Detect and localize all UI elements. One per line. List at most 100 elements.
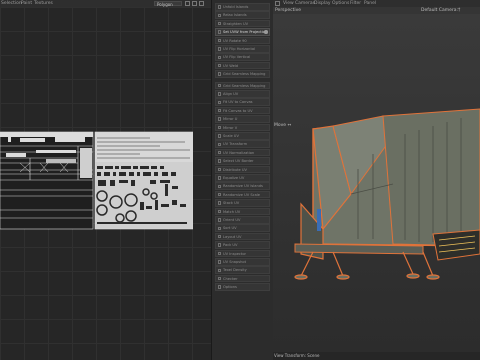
tool-item[interactable]: Layout UV <box>215 232 270 241</box>
viewport-canvas[interactable]: Move ↔ <box>273 14 480 354</box>
tool-item[interactable]: Select UV Border <box>215 157 270 165</box>
tool-item-label: Equalize UV <box>223 176 245 180</box>
tool-icon <box>217 30 221 34</box>
tool-icon <box>217 21 221 26</box>
tool-item[interactable]: Checker <box>215 274 270 283</box>
tool-item[interactable]: Mirror U <box>215 115 270 123</box>
options-icon[interactable] <box>264 30 268 34</box>
menu-view[interactable]: View <box>283 1 294 6</box>
tool-item-label: Align UV <box>223 92 239 96</box>
tool-item[interactable]: Fit UV to Canvas <box>215 98 270 106</box>
tool-icon <box>217 92 221 96</box>
uv-mode-select[interactable]: Polygon <box>154 1 182 7</box>
3d-model[interactable] <box>273 14 480 354</box>
tool-item[interactable]: Stack UV <box>215 199 270 207</box>
tool-item[interactable]: Randomize UV Scale <box>215 190 270 199</box>
tool-icon <box>217 201 221 205</box>
tool-item-label: Orient UV <box>223 218 241 222</box>
tool-item-label: Match UV <box>223 209 241 214</box>
tool-item-label: Straighten UV <box>223 21 249 26</box>
tool-item-label: UV Flip Vertical <box>223 55 251 60</box>
tool-item[interactable]: Match UV <box>215 207 270 216</box>
tool-icon <box>217 108 221 113</box>
tool-item-label: Stack UV <box>223 201 240 206</box>
tool-item-label: Mirror U <box>223 117 238 122</box>
menu-filter[interactable]: Filter <box>350 1 361 6</box>
tool-item[interactable]: Orient UV <box>215 216 270 224</box>
tool-icon <box>217 276 221 281</box>
tool-item[interactable]: Mirror V <box>215 123 270 132</box>
tool-icon <box>217 100 221 105</box>
tool-item[interactable]: Straighten UV <box>215 19 270 28</box>
tool-item[interactable]: Scale UV <box>215 132 270 140</box>
tool-item[interactable]: Equalize UV <box>215 174 270 182</box>
tool-item-label: UV Inspector <box>223 251 246 256</box>
tool-item[interactable]: UV Normalization <box>215 148 270 157</box>
tool-icon <box>217 234 221 239</box>
tool-item-label: Grid Seamless Mapping <box>223 83 266 88</box>
menu-selection[interactable]: Selection <box>1 1 22 6</box>
viewport-header: Perspective Default Camera:† <box>273 7 480 14</box>
tool-item[interactable]: UV Flip Horizontal <box>215 45 270 53</box>
tool-item-label: Relax Islands <box>223 13 247 18</box>
tool-icon <box>217 251 221 256</box>
tool-icon <box>217 167 221 172</box>
tool-item[interactable]: UV Snapshot <box>215 258 270 266</box>
tool-item-label: UV Rotate 90 <box>223 38 247 43</box>
tool-icon <box>217 184 221 189</box>
tool-item[interactable]: Randomize UV Islands <box>215 182 270 190</box>
tool-icon <box>217 125 221 130</box>
tool-item[interactable]: UV Inspector <box>215 249 270 258</box>
tool-item-label: Distribute UV <box>223 167 247 172</box>
tool-icon <box>217 243 221 247</box>
tool-item[interactable]: Set UVW from Projection <box>215 28 270 36</box>
camera-label[interactable]: Perspective <box>275 8 301 13</box>
tool-icon <box>217 142 221 147</box>
tool-item[interactable]: Relax Islands <box>215 11 270 19</box>
tool-icon <box>217 209 221 214</box>
tool-icon <box>217 63 221 68</box>
tool-icon <box>217 192 221 197</box>
tool-item[interactable]: UV Rotate 90 <box>215 36 270 45</box>
tool-item[interactable]: UV Weld <box>215 61 270 70</box>
viewport-statusbar: View Transform: Scene <box>273 352 480 360</box>
tool-item-label: Fit UV to Canvas <box>223 100 253 105</box>
checker-icon[interactable] <box>192 1 197 6</box>
tool-item[interactable]: Grid Seamless Mapping <box>215 81 270 90</box>
grid-icon[interactable] <box>185 1 190 6</box>
tool-item[interactable]: Unfold Islands <box>215 3 270 11</box>
viewport-menu-icon[interactable] <box>275 1 280 6</box>
menu-cameras[interactable]: Cameras <box>295 1 315 6</box>
uv-editor-panel: Selection Paint Textures Polygon <box>0 0 211 360</box>
tool-item-label: UV Snapshot <box>223 260 247 264</box>
tool-icon <box>217 159 221 163</box>
tool-item-label: UV Flip Horizontal <box>223 47 256 51</box>
tool-item[interactable]: UV Transform <box>215 140 270 148</box>
tool-item[interactable]: Pack UV <box>215 241 270 249</box>
uv-atlas[interactable] <box>0 130 193 230</box>
tool-item[interactable]: Fit Canvas to UV <box>215 106 270 115</box>
tool-item-label: Sort UV <box>223 226 237 231</box>
menu-options[interactable]: Options <box>332 1 349 6</box>
tool-item[interactable]: UV Flip Vertical <box>215 53 270 61</box>
tool-item-label: UV Weld <box>223 63 239 68</box>
tool-item-label: Randomize UV Scale <box>223 192 261 197</box>
tool-item[interactable]: Texel Density <box>215 266 270 274</box>
tool-item[interactable]: Options <box>215 283 270 291</box>
menu-panel[interactable]: Panel <box>364 1 376 6</box>
tool-item-label: Grid Seamless Mapping <box>223 72 266 77</box>
menu-paint[interactable]: Paint <box>21 1 32 6</box>
menu-display[interactable]: Display <box>314 1 331 6</box>
image-icon[interactable] <box>199 1 204 6</box>
tool-icon <box>217 117 221 121</box>
tool-icon <box>217 268 221 273</box>
tool-item-label: Fit Canvas to UV <box>223 108 253 113</box>
3d-viewport-panel: View Cameras Display Options Filter Pane… <box>273 0 480 360</box>
tool-item[interactable]: Distribute UV <box>215 165 270 174</box>
tool-item[interactable]: Sort UV <box>215 224 270 232</box>
tool-item[interactable]: Align UV <box>215 90 270 98</box>
menu-textures[interactable]: Textures <box>34 1 53 6</box>
tool-item[interactable]: Grid Seamless Mapping <box>215 70 270 78</box>
tool-icon <box>217 285 221 289</box>
default-camera-label[interactable]: Default Camera:† <box>421 8 460 13</box>
